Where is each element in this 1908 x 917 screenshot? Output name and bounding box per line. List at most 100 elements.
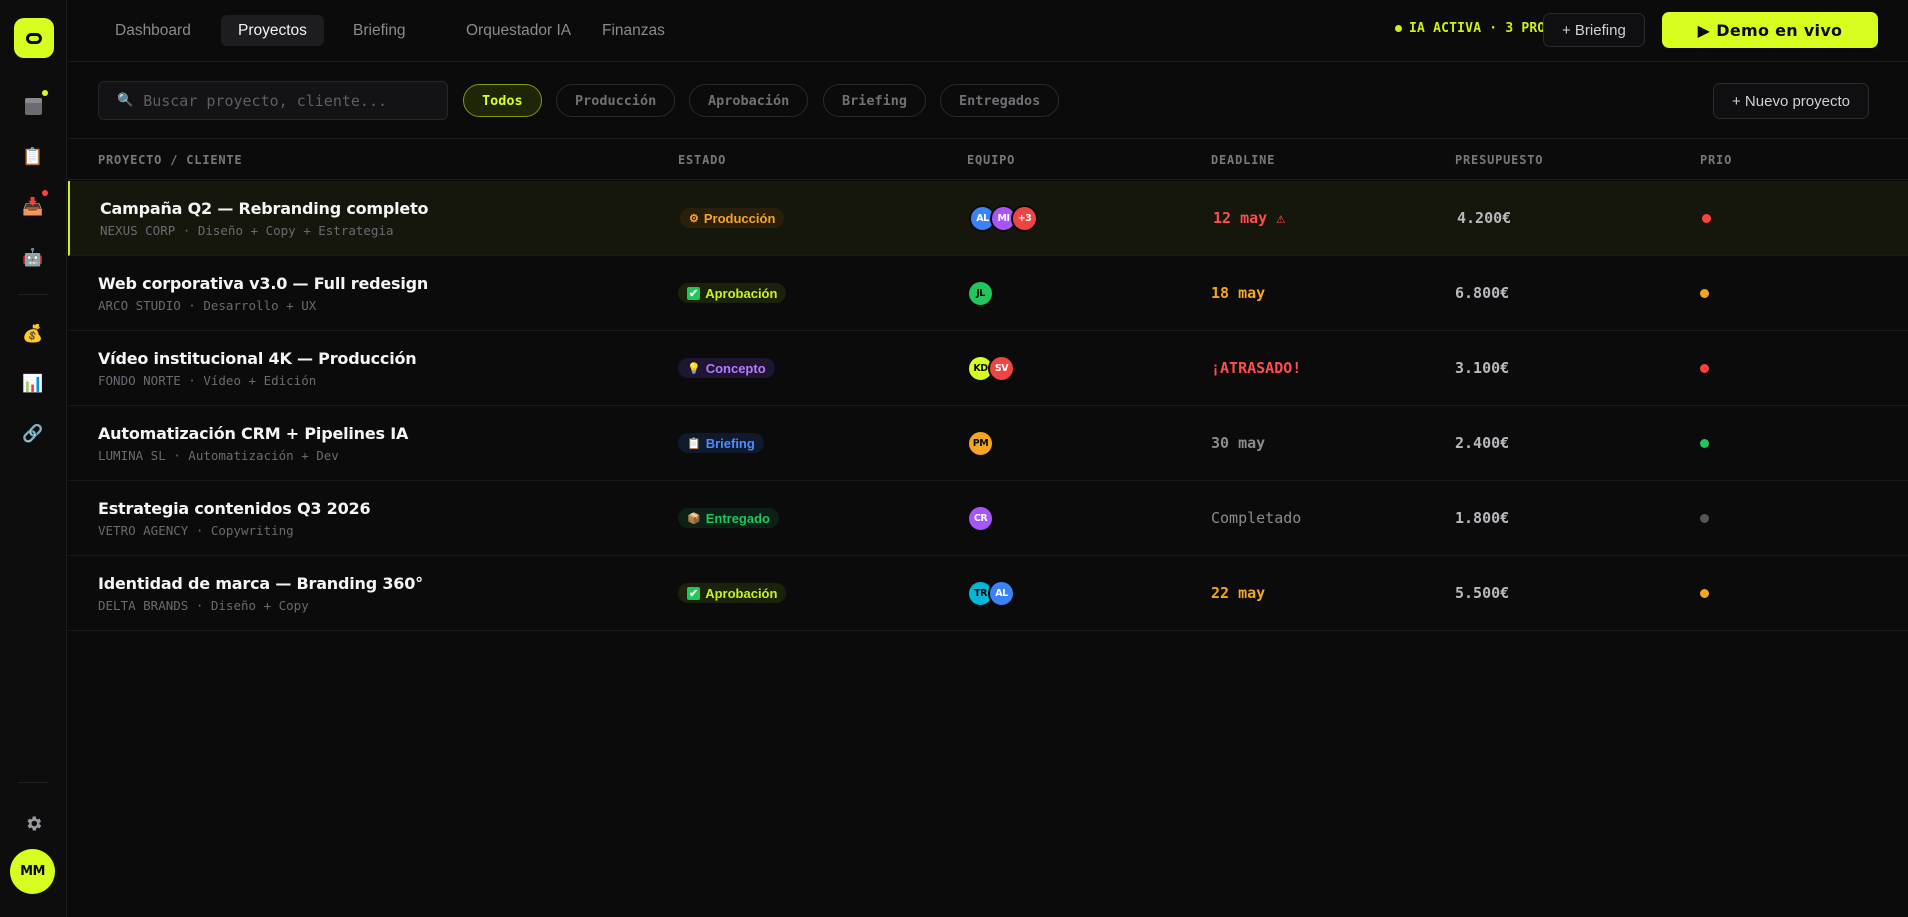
budget: 1.800€ — [1455, 509, 1510, 527]
team-avatars: PM — [967, 430, 994, 457]
demo-button-label: Demo en vivo — [1716, 20, 1843, 40]
package-icon: 📦 — [687, 512, 701, 525]
tab-finanzas[interactable]: Finanzas — [585, 15, 682, 46]
avatar[interactable]: CR — [967, 505, 994, 532]
app-logo[interactable] — [14, 18, 54, 58]
new-project-button[interactable]: + Nuevo proyecto — [1713, 83, 1869, 119]
priority-dot — [1700, 514, 1709, 523]
team-avatars: TR AL — [967, 580, 1015, 607]
table-row[interactable]: Campaña Q2 — Rebranding completo NEXUS C… — [68, 181, 1908, 256]
project-subtitle: DELTA BRANDS · Diseño + Copy — [98, 598, 309, 613]
status-badge: ⚙ Producción — [680, 208, 785, 228]
gear-icon[interactable] — [20, 810, 46, 836]
status-label: Aprobación — [705, 585, 778, 601]
avatar[interactable]: AL — [988, 580, 1015, 607]
priority-dot — [1702, 214, 1711, 223]
user-avatar[interactable]: MM — [10, 849, 55, 894]
sidebar: 📋 📥 🤖 💰 📊 🔗 MM — [0, 0, 67, 917]
clipboard-icon: 📋 — [687, 437, 701, 450]
avatar-more[interactable]: +3 — [1011, 205, 1038, 232]
budget: 2.400€ — [1455, 434, 1510, 452]
project-subtitle: FONDO NORTE · Vídeo + Edición — [98, 373, 317, 388]
column-header-budget[interactable]: PRESUPUESTO — [1455, 153, 1543, 167]
column-header-project[interactable]: PROYECTO / CLIENTE — [98, 153, 242, 167]
filter-chip-todos[interactable]: Todos — [463, 84, 542, 117]
team-avatars: KD SV — [967, 355, 1015, 382]
gear-icon: ⚙ — [689, 212, 699, 225]
project-title[interactable]: Identidad de marca — Branding 360° — [98, 574, 423, 593]
table-row[interactable]: Identidad de marca — Branding 360° DELTA… — [68, 556, 1908, 631]
briefing-button[interactable]: + Briefing — [1543, 13, 1645, 47]
priority-dot — [1700, 439, 1709, 448]
deadline: 30 may — [1211, 434, 1266, 452]
clipboard-icon[interactable]: 📋 — [20, 144, 46, 170]
column-header-deadline[interactable]: DEADLINE — [1211, 153, 1275, 167]
link-icon[interactable]: 🔗 — [20, 421, 46, 447]
team-avatars: CR — [967, 505, 994, 532]
demo-button[interactable]: ▶ Demo en vivo — [1662, 12, 1878, 48]
project-title[interactable]: Web corporativa v3.0 — Full redesign — [98, 274, 428, 293]
project-subtitle: VETRO AGENCY · Copywriting — [98, 523, 294, 538]
budget: 6.800€ — [1455, 284, 1510, 302]
status-label: Briefing — [705, 435, 755, 451]
money-bag-icon[interactable]: 💰 — [20, 321, 46, 347]
tab-proyectos[interactable]: Proyectos — [221, 15, 324, 46]
tab-orquestador-ia[interactable]: Orquestador IA — [449, 15, 588, 46]
status-label: Aprobación — [705, 285, 778, 301]
project-subtitle: NEXUS CORP · Diseño + Copy + Estrategia — [100, 223, 394, 238]
project-subtitle: ARCO STUDIO · Desarrollo + UX — [98, 298, 317, 313]
project-subtitle: LUMINA SL · Automatización + Dev — [98, 448, 339, 463]
logo-ring-icon — [26, 32, 42, 44]
project-title[interactable]: Automatización CRM + Pipelines IA — [98, 424, 408, 443]
column-header-team[interactable]: EQUIPO — [967, 153, 1015, 167]
search-input[interactable] — [143, 91, 434, 110]
tab-briefing[interactable]: Briefing — [336, 15, 423, 46]
sidebar-divider — [18, 294, 48, 295]
dashboard-icon[interactable] — [20, 93, 46, 119]
team-avatars: JL — [967, 280, 994, 307]
project-title[interactable]: Vídeo institucional 4K — Producción — [98, 349, 417, 368]
status-label: Producción — [703, 210, 776, 226]
budget: 3.100€ — [1455, 359, 1510, 377]
avatar[interactable]: SV — [988, 355, 1015, 382]
tab-dashboard[interactable]: Dashboard — [98, 15, 208, 46]
status-badge: ✔ Aprobación — [678, 583, 787, 603]
column-header-status[interactable]: ESTADO — [678, 153, 726, 167]
project-title[interactable]: Campaña Q2 — Rebranding completo — [100, 199, 429, 218]
priority-dot — [1700, 289, 1709, 298]
project-title[interactable]: Estrategia contenidos Q3 2026 — [98, 499, 371, 518]
deadline: ¡ATRASADO! — [1211, 359, 1302, 377]
priority-dot — [1700, 364, 1709, 373]
filter-chip-produccion[interactable]: Producción — [556, 84, 676, 117]
table-row[interactable]: Vídeo institucional 4K — Producción FOND… — [68, 331, 1908, 406]
robot-icon[interactable]: 🤖 — [20, 245, 46, 271]
table-row[interactable]: Web corporativa v3.0 — Full redesign ARC… — [68, 256, 1908, 331]
deadline: 12 may ⚠ — [1213, 209, 1286, 227]
status-label: Entregado — [705, 510, 770, 526]
top-bar: Dashboard Proyectos Briefing Orquestador… — [68, 0, 1908, 62]
check-icon: ✔ — [687, 286, 701, 300]
status-badge: 💡 Concepto — [678, 358, 775, 378]
filter-chip-aprobacion[interactable]: Aprobación — [689, 84, 809, 117]
filter-chip-entregados[interactable]: Entregados — [940, 84, 1060, 117]
avatar[interactable]: PM — [967, 430, 994, 457]
status-badge: 📦 Entregado — [678, 508, 779, 528]
notification-dot — [42, 90, 48, 96]
filter-chip-briefing[interactable]: Briefing — [823, 84, 927, 117]
table-row[interactable]: Automatización CRM + Pipelines IA LUMINA… — [68, 406, 1908, 481]
lightbulb-icon: 💡 — [687, 362, 701, 375]
play-icon: ▶ — [1697, 20, 1711, 40]
column-header-prio[interactable]: PRIO — [1700, 153, 1732, 167]
status-dot — [1395, 25, 1402, 32]
table-header: PROYECTO / CLIENTE ESTADO EQUIPO DEADLIN… — [68, 140, 1908, 180]
bar-chart-icon[interactable]: 📊 — [20, 371, 46, 397]
status-label: Concepto — [705, 360, 766, 376]
avatar[interactable]: JL — [967, 280, 994, 307]
status-badge: 📋 Briefing — [678, 433, 764, 453]
table-row[interactable]: Estrategia contenidos Q3 2026 VETRO AGEN… — [68, 481, 1908, 556]
search-box[interactable]: 🔍 — [98, 81, 448, 120]
filter-bar: 🔍 Todos Producción Aprobación Briefing E… — [68, 63, 1908, 139]
budget: 5.500€ — [1455, 584, 1510, 602]
budget: 4.200€ — [1457, 209, 1512, 227]
inbox-icon[interactable]: 📥 — [20, 194, 46, 220]
